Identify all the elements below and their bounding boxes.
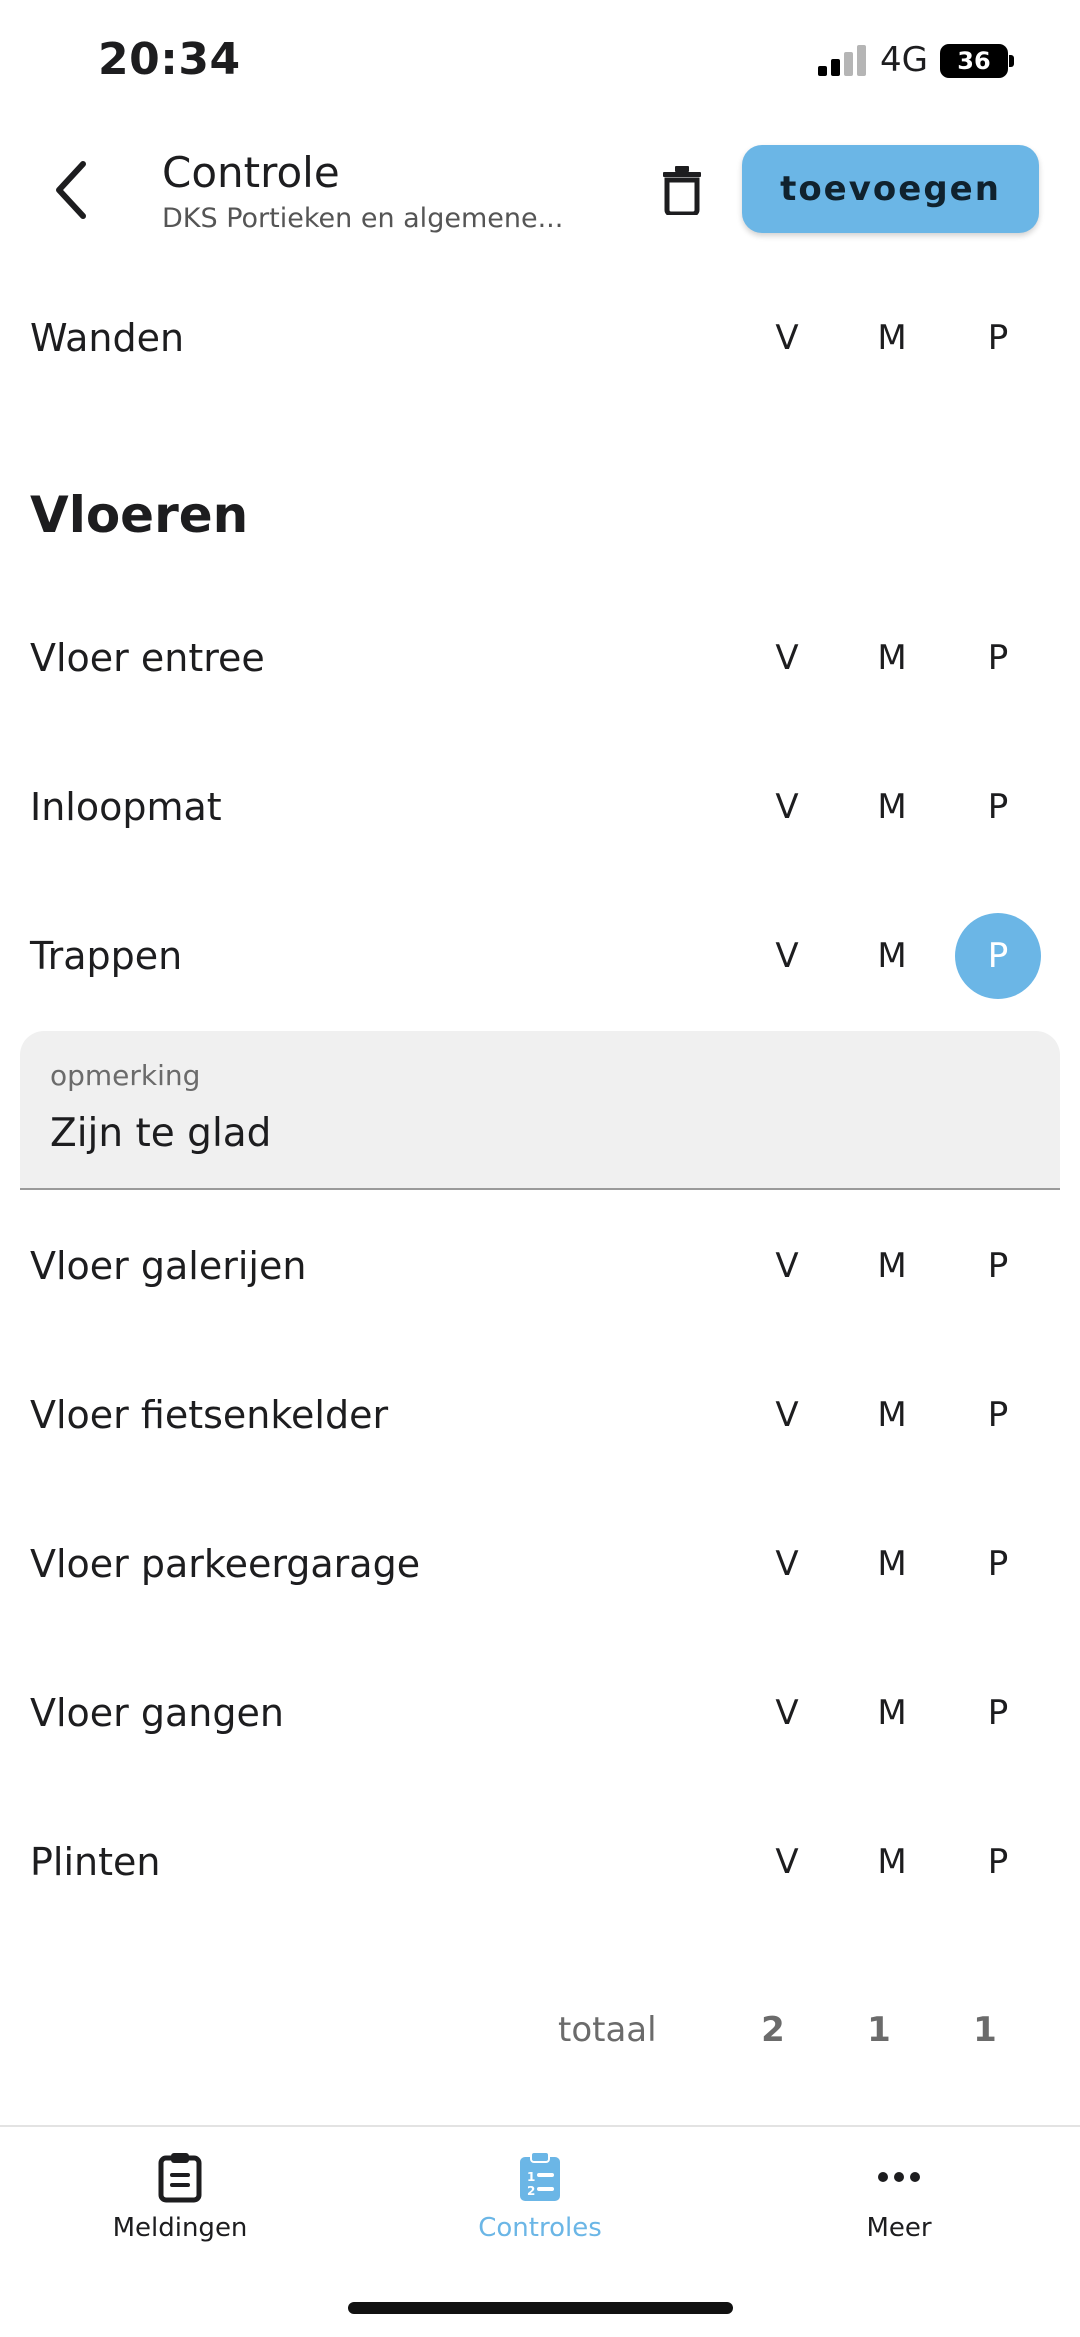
add-button[interactable]: toevoegen bbox=[742, 145, 1039, 233]
page-subtitle: DKS Portieken en algemene... bbox=[162, 203, 564, 234]
remark-label: opmerking bbox=[50, 1059, 201, 1092]
section-heading-vloeren: Vloeren bbox=[30, 486, 249, 544]
check-row-vloer-gangen: Vloer gangen V M P bbox=[0, 1658, 1080, 1768]
check-row-plinten: Plinten V M P bbox=[0, 1807, 1080, 1917]
tab-label: Meldingen bbox=[112, 2213, 248, 2243]
option-v[interactable]: V bbox=[744, 295, 830, 381]
option-m[interactable]: M bbox=[849, 764, 935, 850]
clipboard-icon bbox=[155, 2149, 205, 2205]
check-row-inloopmat: Inloopmat V M P bbox=[0, 752, 1080, 862]
svg-text:2: 2 bbox=[527, 2184, 535, 2198]
row-label: Wanden bbox=[30, 316, 185, 360]
option-v[interactable]: V bbox=[744, 1372, 830, 1458]
check-row-trappen: Trappen V M P bbox=[0, 901, 1080, 1011]
option-v[interactable]: V bbox=[744, 615, 830, 701]
check-row-vloer-fietsenkelder: Vloer fietsenkelder V M P bbox=[0, 1360, 1080, 1470]
tab-label: Controles bbox=[478, 2213, 602, 2243]
battery-cap bbox=[1009, 55, 1014, 67]
option-m[interactable]: M bbox=[849, 1819, 935, 1905]
remark-input[interactable]: Zijn te glad bbox=[50, 1111, 271, 1156]
total-p: 1 bbox=[973, 2010, 997, 2050]
tab-meer[interactable]: Meer bbox=[779, 2149, 1019, 2259]
more-dots-icon bbox=[874, 2149, 924, 2205]
tab-label: Meer bbox=[866, 2213, 932, 2243]
network-label: 4G bbox=[880, 40, 928, 80]
row-label: Vloer entree bbox=[30, 636, 265, 680]
header: Controle DKS Portieken en algemene... to… bbox=[0, 130, 1080, 250]
option-p[interactable]: P bbox=[955, 295, 1041, 381]
remark-field[interactable]: opmerking Zijn te glad bbox=[20, 1031, 1060, 1190]
row-label: Trappen bbox=[30, 934, 183, 978]
option-p[interactable]: P bbox=[955, 1223, 1041, 1309]
row-label: Vloer gangen bbox=[30, 1691, 284, 1735]
option-v[interactable]: V bbox=[744, 1521, 830, 1607]
option-v[interactable]: V bbox=[744, 764, 830, 850]
signal-icon bbox=[818, 44, 870, 76]
battery-icon: 36 bbox=[940, 44, 1008, 78]
option-m[interactable]: M bbox=[849, 913, 935, 999]
total-m: 1 bbox=[867, 2010, 891, 2050]
check-row-vloer-parkeergarage: Vloer parkeergarage V M P bbox=[0, 1509, 1080, 1619]
row-label: Inloopmat bbox=[30, 785, 222, 829]
option-m[interactable]: M bbox=[849, 1670, 935, 1756]
option-p[interactable]: P bbox=[955, 1670, 1041, 1756]
total-v: 2 bbox=[761, 2010, 785, 2050]
tab-meldingen[interactable]: Meldingen bbox=[60, 2149, 300, 2259]
delete-button[interactable] bbox=[652, 158, 712, 222]
chevron-left-icon bbox=[56, 161, 86, 219]
option-v[interactable]: V bbox=[744, 1819, 830, 1905]
option-v[interactable]: V bbox=[744, 1670, 830, 1756]
row-label: Vloer parkeergarage bbox=[30, 1542, 421, 1586]
row-label: Vloer fietsenkelder bbox=[30, 1393, 389, 1437]
totals-label: totaal bbox=[558, 2010, 657, 2050]
option-m[interactable]: M bbox=[849, 1372, 935, 1458]
option-v[interactable]: V bbox=[744, 913, 830, 999]
row-label: Plinten bbox=[30, 1840, 161, 1884]
option-p[interactable]: P bbox=[955, 1819, 1041, 1905]
page-title: Controle bbox=[162, 148, 340, 197]
option-m[interactable]: M bbox=[849, 1223, 935, 1309]
check-row-vloer-entree: Vloer entree V M P bbox=[0, 603, 1080, 713]
option-p[interactable]: P bbox=[955, 764, 1041, 850]
back-button[interactable] bbox=[40, 152, 100, 228]
tab-controles[interactable]: 1 2 Controles bbox=[420, 2149, 660, 2259]
option-p[interactable]: P bbox=[955, 1372, 1041, 1458]
option-m[interactable]: M bbox=[849, 295, 935, 381]
option-m[interactable]: M bbox=[849, 615, 935, 701]
home-indicator[interactable] bbox=[348, 2302, 733, 2314]
trash-icon bbox=[663, 166, 701, 215]
status-bar: 20:34 4G 36 bbox=[0, 0, 1080, 120]
row-label: Vloer galerijen bbox=[30, 1244, 307, 1288]
option-p[interactable]: P bbox=[955, 1521, 1041, 1607]
option-p[interactable]: P bbox=[955, 615, 1041, 701]
check-row-vloer-galerijen: Vloer galerijen V M P bbox=[0, 1211, 1080, 1321]
title-block: Controle DKS Portieken en algemene... bbox=[162, 148, 602, 234]
check-row-wanden: Wanden V M P bbox=[0, 283, 1080, 393]
totals-row: totaal 2 1 1 bbox=[0, 1990, 1080, 2070]
svg-text:1: 1 bbox=[527, 2170, 535, 2184]
option-p-selected[interactable]: P bbox=[955, 913, 1041, 999]
option-v[interactable]: V bbox=[744, 1223, 830, 1309]
option-m[interactable]: M bbox=[849, 1521, 935, 1607]
clipboard-list-icon: 1 2 bbox=[515, 2149, 565, 2205]
status-time: 20:34 bbox=[98, 34, 241, 85]
